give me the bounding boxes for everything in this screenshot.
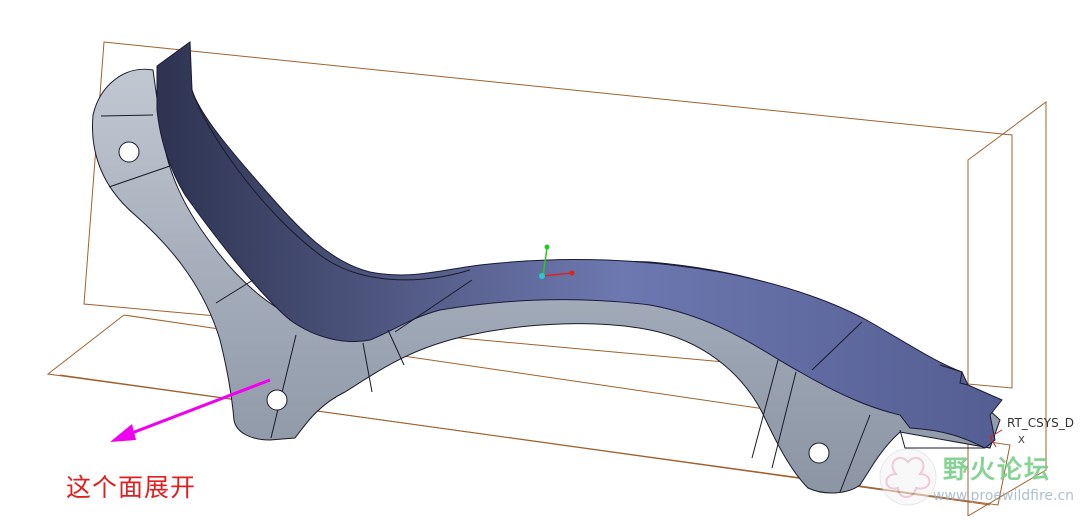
annotation-text: 这个面展开 [66, 473, 197, 502]
watermark-url: www.proewildfire.cn [933, 488, 1075, 504]
model-viewport[interactable] [0, 0, 1085, 517]
sheetmetal-part[interactable] [92, 41, 1003, 494]
mounting-hole[interactable] [808, 442, 830, 464]
mounting-hole[interactable] [118, 141, 140, 163]
flower-logo-icon [879, 448, 937, 506]
csys-axis-label: X [1018, 435, 1025, 446]
csys-label[interactable]: RT_CSYS_D [1007, 416, 1074, 430]
mounting-hole[interactable] [266, 389, 288, 411]
watermark-brand: 野火论坛 [943, 455, 1052, 484]
graphics-canvas[interactable] [0, 0, 1085, 517]
